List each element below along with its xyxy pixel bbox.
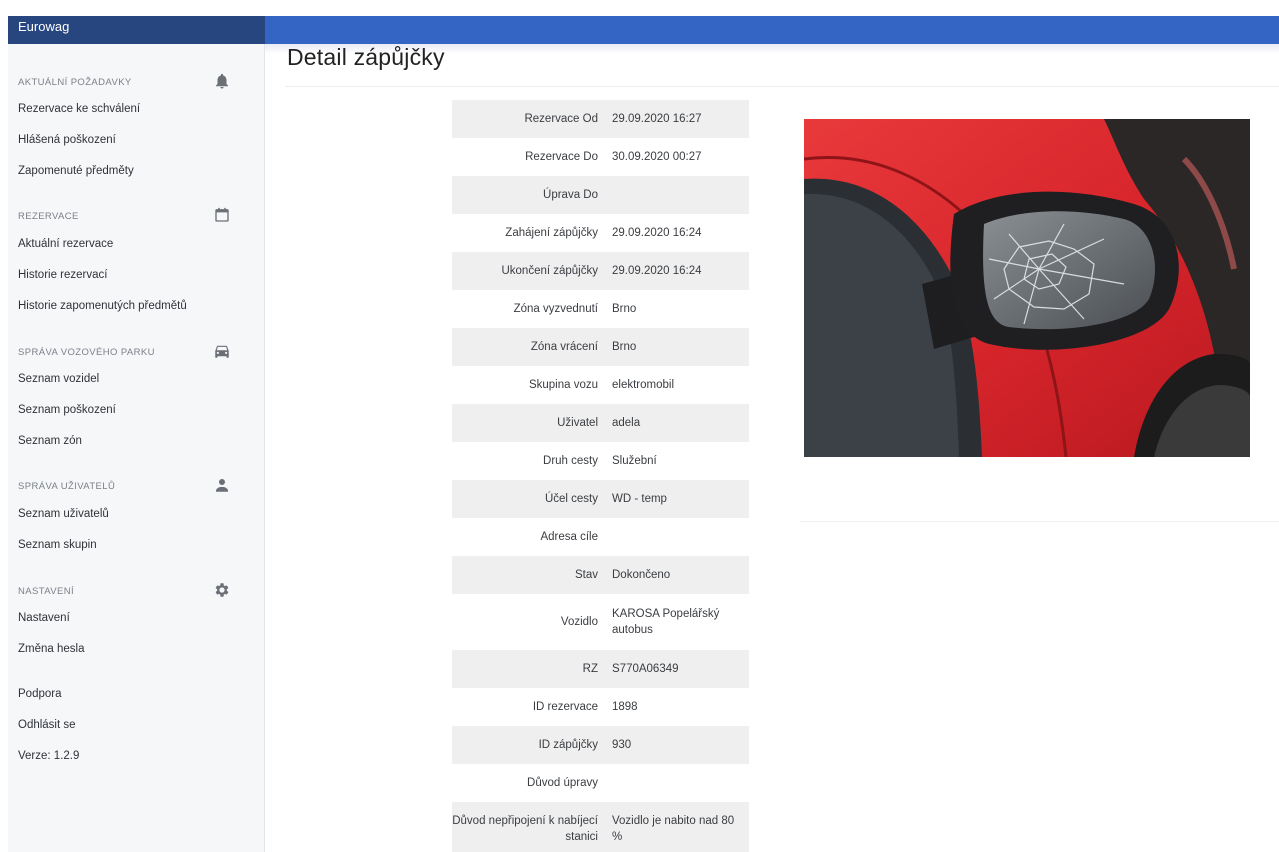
section-heading-reservations: REZERVACE [18,207,253,222]
detail-label: Skupina vozu [528,379,598,391]
detail-label: Ukončení zápůjčky [452,252,610,290]
detail-label: Důvod nepřipojení k nabíjecí stanici [452,802,610,852]
section-heading-label: SPRÁVA VOZOVÉHO PARKU [18,347,155,358]
detail-label: Adresa cíle [540,531,598,543]
detail-label: Zahájení zápůjčky [505,227,598,239]
damaged-mirror-image [804,119,1250,457]
sidebar-item-forgotten-history[interactable]: Historie zapomenutých předmětů [18,300,187,312]
detail-value: 30.09.2020 00:27 [612,151,702,163]
sidebar-item-zone-list[interactable]: Seznam zón [18,435,82,447]
car-icon [215,345,229,358]
section-heading-label: NASTAVENÍ [18,586,75,597]
detail-label: Stav [452,556,610,594]
detail-value [610,176,749,214]
detail-value: elektromobil [612,379,674,391]
photo-divider [800,521,1279,522]
detail-row-user: Uživatel adela [452,404,749,442]
sidebar-item-reservation-history[interactable]: Historie rezervací [18,269,107,281]
top-bar [265,16,1279,44]
detail-label: Druh cesty [543,455,598,467]
section-heading-label: AKTUÁLNÍ POŽADAVKY [18,77,132,88]
detail-label: Uživatel [452,404,610,442]
damage-photo[interactable] [804,119,1250,457]
sidebar-item-reported-damages[interactable]: Hlášená poškození [18,134,116,146]
detail-row-plate: RZ S770A06349 [452,650,749,688]
sidebar-item-reservations-approval[interactable]: Rezervace ke schválení [18,103,140,115]
detail-row-reservation-to: Rezervace Do 30.09.2020 00:27 [452,138,749,176]
sidebar-item-settings[interactable]: Nastavení [18,612,70,624]
detail-row-modification-reason: Důvod úpravy [452,764,749,802]
detail-row-status: Stav Dokončeno [452,556,749,594]
sidebar-item-user-list[interactable]: Seznam uživatelů [18,508,109,520]
detail-label: Zóna vrácení [452,328,610,366]
section-heading-requests: AKTUÁLNÍ POŽADAVKY [18,73,253,89]
page-title: Detail zápůjčky [287,44,445,70]
calendar-icon [215,207,229,222]
detail-row-loan-end: Ukončení zápůjčky 29.09.2020 16:24 [452,252,749,290]
bell-icon [216,73,228,89]
detail-row-modified-to: Úprava Do [452,176,749,214]
sidebar-item-forgotten-items[interactable]: Zapomenuté předměty [18,165,134,177]
detail-value: 29.09.2020 16:27 [610,100,749,138]
sidebar: AKTUÁLNÍ POŽADAVKY Rezervace ke schválen… [8,44,265,852]
detail-value: Služební [612,455,657,467]
detail-row-pickup-zone: Zóna vyzvednutí Brno [452,290,749,328]
detail-label: Vozidlo [560,616,598,628]
detail-value: WD - temp [610,480,749,518]
detail-label: Rezervace Od [452,100,610,138]
detail-row-loan-id: ID zápůjčky 930 [452,726,749,764]
sidebar-item-support[interactable]: Podpora [18,688,61,700]
detail-value: 1898 [612,701,638,713]
brand-name: Eurowag [18,19,70,34]
section-heading-label: REZERVACE [18,211,79,222]
detail-value: S770A06349 [610,650,749,688]
gear-icon [215,583,229,597]
detail-label: RZ [452,650,610,688]
detail-row-vehicle-group: Skupina vozu elektromobil [452,366,749,404]
status-value: Dokončeno [610,556,749,594]
detail-row-reservation-id: ID rezervace 1898 [452,688,749,726]
person-icon [216,479,228,492]
detail-label: ID rezervace [532,701,598,713]
loan-detail-table: Rezervace Od 29.09.2020 16:27 Rezervace D… [452,100,749,852]
detail-row-loan-start: Zahájení zápůjčky 29.09.2020 16:24 [452,214,749,252]
detail-value: 29.09.2020 16:24 [612,227,702,239]
sidebar-item-change-password[interactable]: Změna hesla [18,643,84,655]
detail-row-charging-reason: Důvod nepřipojení k nabíjecí stanici Vozi… [452,802,749,852]
detail-value [610,764,749,802]
sidebar-item-current-reservations[interactable]: Aktuální rezervace [18,238,113,250]
detail-value [610,518,749,556]
detail-label: Úprava Do [452,176,610,214]
detail-row-trip-purpose: Účel cesty WD - temp [452,480,749,518]
detail-row-vehicle: Vozidlo KAROSA Popelářský autobus [452,594,749,650]
detail-value: 29.09.2020 16:24 [610,252,749,290]
divider [285,86,1279,87]
detail-row-return-zone: Zóna vrácení Brno [452,328,749,366]
sidebar-item-vehicle-list[interactable]: Seznam vozidel [18,373,99,385]
detail-value: KAROSA Popelářský autobus [612,608,720,636]
sidebar-item-logout[interactable]: Odhlásit se [18,719,76,731]
detail-value: 930 [610,726,749,764]
detail-label: ID zápůjčky [452,726,610,764]
detail-value: adela [610,404,749,442]
version-label: Verze: 1.2.9 [18,750,80,762]
detail-value: Brno [610,328,749,366]
sidebar-item-damage-list[interactable]: Seznam poškození [18,404,116,416]
detail-row-trip-type: Druh cesty Služební [452,442,749,480]
detail-value: Vozidlo je nabito nad 80 % [610,802,749,852]
detail-row-destination: Adresa cíle [452,518,749,556]
brand-bar: Eurowag [8,16,265,44]
section-heading-fleet: SPRÁVA VOZOVÉHO PARKU [18,345,253,358]
detail-label: Důvod úpravy [527,777,598,789]
detail-label: Účel cesty [452,480,610,518]
section-heading-settings: NASTAVENÍ [18,583,253,597]
sidebar-item-group-list[interactable]: Seznam skupin [18,539,97,551]
detail-value: Brno [612,303,637,315]
section-heading-users: SPRÁVA UŽIVATELŮ [18,479,253,492]
section-heading-label: SPRÁVA UŽIVATELŮ [18,481,116,492]
detail-label: Zóna vyzvednutí [513,303,598,315]
detail-row-reservation-from: Rezervace Od 29.09.2020 16:27 [452,100,749,138]
detail-label: Rezervace Do [525,151,598,163]
